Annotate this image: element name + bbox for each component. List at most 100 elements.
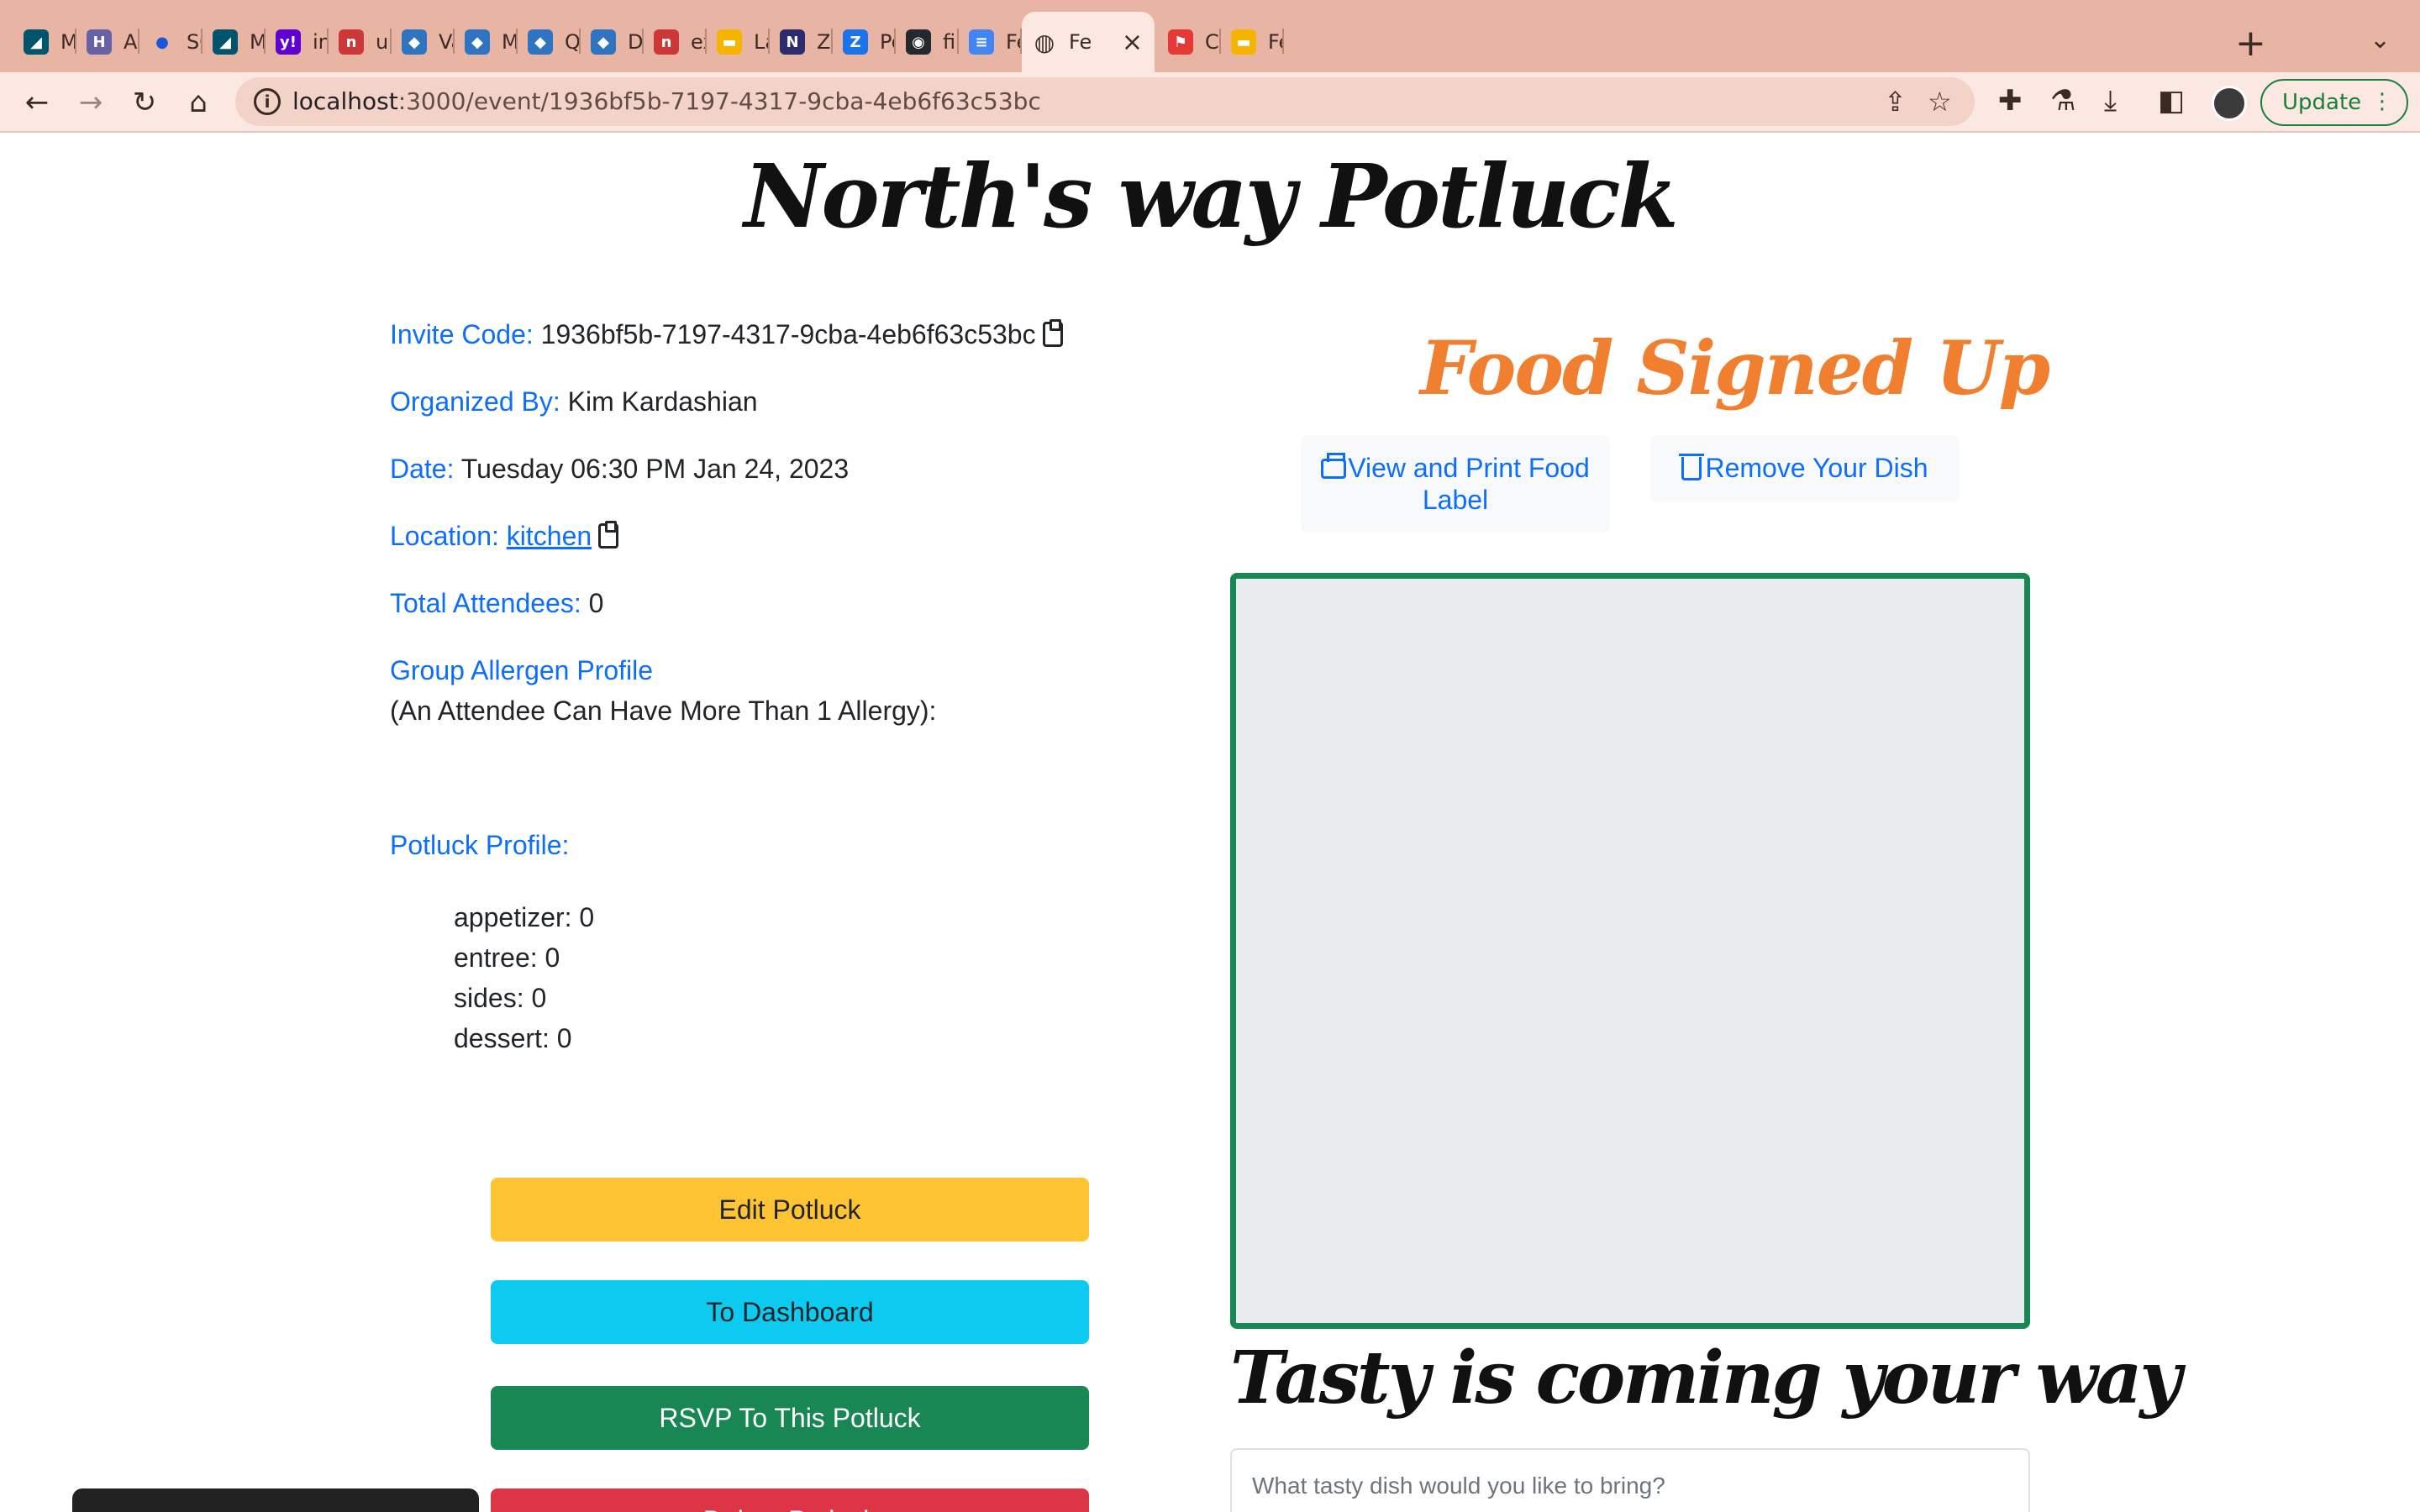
page-content: North's way Potluck Invite Code: 1936bf5… bbox=[0, 133, 2420, 1512]
url-text[interactable]: localhost:3000/event/1936bf5b-7197-4317-… bbox=[292, 87, 1041, 115]
download-icon[interactable]: ⤓ bbox=[2104, 84, 2117, 118]
tab-search-chevron-icon[interactable]: ⌄ bbox=[2370, 25, 2391, 55]
forward-arrow-icon[interactable]: → bbox=[72, 84, 109, 121]
browser-tab[interactable]: ◆Quer bbox=[518, 17, 581, 67]
food-list-panel bbox=[1230, 573, 2030, 1329]
view-print-label-button[interactable]: View and Print Food Label bbox=[1301, 435, 1610, 533]
profile-item-sides: sides: 0 bbox=[454, 983, 547, 1013]
tasty-title: Tasty is coming your way bbox=[1230, 1336, 2181, 1420]
new-tab-icon[interactable]: + bbox=[2235, 22, 2266, 65]
browser-tab[interactable]: ▬Feas bbox=[1221, 17, 1284, 67]
printer-icon bbox=[1321, 453, 1347, 479]
allergen-label: Group Allergen Profile bbox=[390, 655, 654, 685]
potluck-profile-heading: Potluck Profile: bbox=[390, 830, 569, 861]
browser-tab[interactable]: ZPost bbox=[833, 17, 896, 67]
browser-tab[interactable]: NZoon bbox=[770, 17, 833, 67]
labs-flask-icon[interactable]: ⚗ bbox=[2050, 84, 2075, 118]
address-bar[interactable]: i localhost:3000/event/1936bf5b-7197-431… bbox=[235, 77, 1975, 126]
browser-tab[interactable]: nuuid bbox=[329, 17, 392, 67]
yahoo-icon: y! bbox=[276, 29, 301, 55]
invite-code-row: Invite Code: 1936bf5b-7197-4317-9cba-4eb… bbox=[390, 319, 1063, 350]
kebab-menu-icon[interactable]: ⋮ bbox=[2371, 89, 2393, 114]
browser-tab[interactable]: ◉final bbox=[896, 17, 959, 67]
date-value: Tuesday 06:30 PM Jan 24, 2023 bbox=[460, 454, 850, 484]
cube-icon: ◆ bbox=[402, 29, 427, 55]
browser-tab[interactable]: ⚑Crea bbox=[1158, 17, 1221, 67]
remove-dish-button[interactable]: Remove Your Dish bbox=[1650, 435, 1960, 502]
browser-tab[interactable]: ◆Data bbox=[581, 17, 644, 67]
reload-icon[interactable]: ↻ bbox=[126, 84, 163, 121]
browser-tab[interactable]: y!inner bbox=[266, 17, 329, 67]
rsvp-button[interactable]: RSVP To This Potluck bbox=[491, 1386, 1089, 1450]
extensions-puzzle-icon[interactable]: ✚ bbox=[1998, 84, 2023, 118]
browser-tab[interactable]: ◢MySQ bbox=[13, 17, 76, 67]
event-title: North's way Potluck bbox=[744, 144, 1678, 248]
browser-tab[interactable]: HAcco bbox=[76, 17, 139, 67]
location-link[interactable]: kitchen bbox=[507, 521, 592, 551]
organizer-value: Kim Kardashian bbox=[567, 386, 758, 417]
cube-icon: ◆ bbox=[528, 29, 553, 55]
heroku-icon: H bbox=[87, 29, 112, 55]
profile-item-appetizer: appetizer: 0 bbox=[454, 902, 595, 932]
date-label: Date: bbox=[390, 454, 455, 484]
slides-icon: ▬ bbox=[717, 29, 742, 55]
browser-tab[interactable]: ●SQL bbox=[139, 17, 203, 67]
copy-clipboard-icon[interactable] bbox=[1042, 319, 1063, 347]
browser-tab[interactable]: ◆Mode bbox=[455, 17, 518, 67]
browser-tab[interactable]: nexpre bbox=[644, 17, 707, 67]
url-host: localhost bbox=[292, 87, 398, 115]
site-info-icon[interactable]: i bbox=[254, 88, 281, 115]
to-dashboard-button[interactable]: To Dashboard bbox=[491, 1280, 1089, 1344]
remove-dish-text: Remove Your Dish bbox=[1705, 453, 1928, 483]
share-icon[interactable]: ⇪ bbox=[1884, 86, 1907, 118]
profile-item-entree: entree: 0 bbox=[454, 942, 560, 973]
cube-icon: ◆ bbox=[591, 29, 616, 55]
browser-tab-bar: ◢MySQHAcco●SQL◢MySQy!innernuuid◆Valid◆Mo… bbox=[0, 0, 2420, 72]
slides-icon: ▬ bbox=[1231, 29, 1256, 55]
home-icon[interactable]: ⌂ bbox=[180, 84, 217, 121]
browser-tab[interactable]: ◆Valid bbox=[392, 17, 455, 67]
allergen-note: (An Attendee Can Have More Than 1 Allerg… bbox=[390, 696, 937, 726]
invite-code-label: Invite Code: bbox=[390, 319, 534, 349]
cube-icon: ◆ bbox=[465, 29, 490, 55]
profile-avatar[interactable] bbox=[2212, 86, 2247, 121]
profile-item-dessert: dessert: 0 bbox=[454, 1023, 572, 1053]
update-label: Update bbox=[2282, 90, 2362, 115]
browser-tab[interactable]: ▬Ladie bbox=[707, 17, 770, 67]
organizer-label: Organized By: bbox=[390, 386, 560, 417]
attendees-row: Total Attendees: 0 bbox=[390, 588, 603, 619]
attendees-value: 0 bbox=[588, 588, 604, 618]
allergen-heading: Group Allergen Profile bbox=[390, 655, 653, 686]
tab-divider bbox=[1282, 29, 1284, 54]
dot-icon: ● bbox=[155, 33, 169, 51]
location-label: Location: bbox=[390, 521, 499, 551]
delete-potluck-button[interactable]: Delete Potluck bbox=[491, 1488, 1089, 1512]
food-signed-up-title: Food Signed Up bbox=[1420, 324, 2050, 412]
potluck-profile-label: Potluck Profile: bbox=[390, 830, 570, 860]
back-arrow-icon[interactable]: ← bbox=[18, 84, 55, 121]
side-panel-icon[interactable]: ◧ bbox=[2158, 84, 2185, 118]
globe-icon: ◍ bbox=[1034, 28, 1055, 56]
npm-icon: n bbox=[654, 29, 679, 55]
bookmark-star-icon[interactable]: ☆ bbox=[1928, 86, 1952, 118]
url-path: :3000/event/1936bf5b-7197-4317-9cba-4eb6… bbox=[397, 87, 1041, 115]
mysql-icon: ◢ bbox=[24, 29, 49, 55]
notion-icon: N bbox=[780, 29, 805, 55]
close-tab-icon[interactable]: × bbox=[1122, 28, 1143, 57]
mysql-icon: ◢ bbox=[213, 29, 238, 55]
edit-potluck-button[interactable]: Edit Potluck bbox=[491, 1178, 1089, 1242]
flag-icon: ⚑ bbox=[1168, 29, 1193, 55]
organizer-row: Organized By: Kim Kardashian bbox=[390, 386, 758, 417]
browser-tab[interactable]: ◍ Fe × bbox=[1022, 12, 1155, 72]
print-label-text: View and Print Food Label bbox=[1348, 453, 1590, 515]
invite-code-value: 1936bf5b-7197-4317-9cba-4eb6f63c53bc bbox=[540, 319, 1036, 349]
dish-input[interactable] bbox=[1230, 1448, 2030, 1512]
browser-tab-label: Fe bbox=[1069, 30, 1092, 54]
docs-icon: ≡ bbox=[969, 29, 994, 55]
update-button[interactable]: Update ⋮ bbox=[2260, 79, 2408, 126]
trash-icon bbox=[1679, 454, 1705, 480]
browser-tab[interactable]: ≡Feast bbox=[959, 17, 1022, 67]
copy-clipboard-icon[interactable] bbox=[598, 521, 619, 549]
browser-tab[interactable]: ◢MySQ bbox=[203, 17, 266, 67]
browser-toolbar: ← → ↻ ⌂ i localhost:3000/event/1936bf5b-… bbox=[0, 72, 2420, 133]
